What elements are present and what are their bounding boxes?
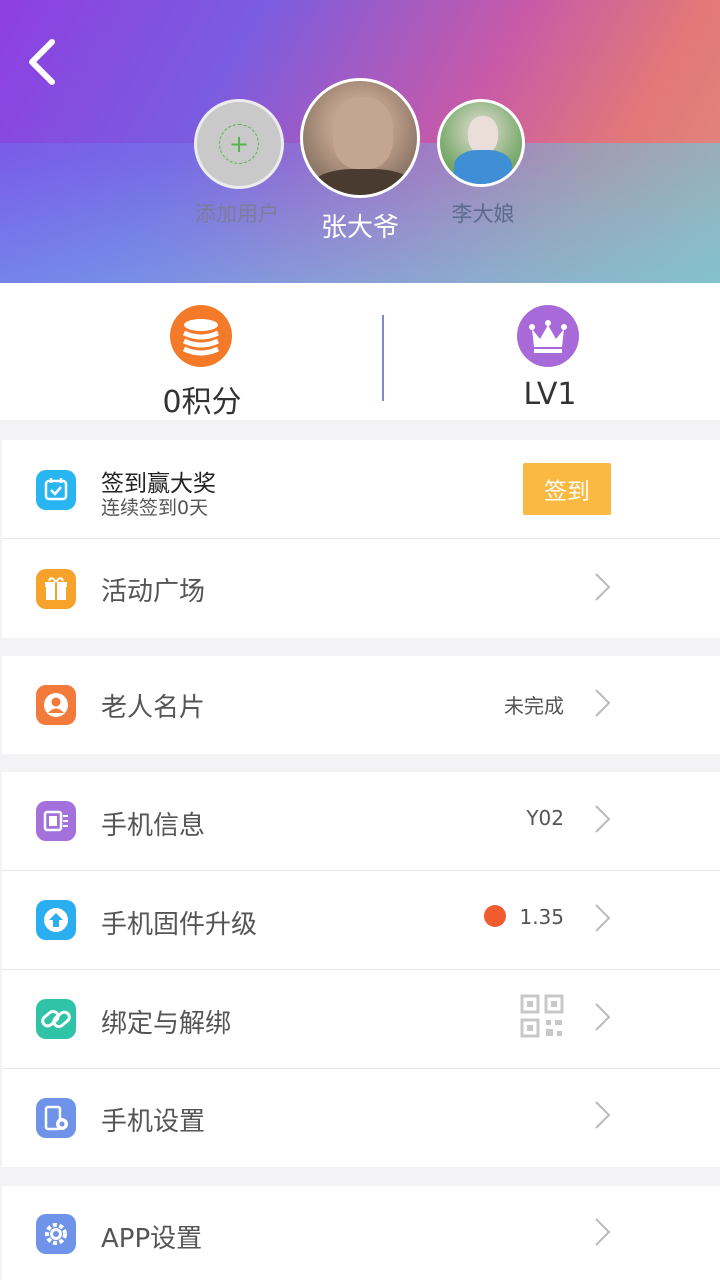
menu-item-phone-info[interactable]: 手机信息 Y02 (2, 772, 720, 871)
upload-icon (36, 900, 76, 940)
signin-button[interactable]: 签到 (523, 463, 611, 515)
phone-settings-icon (36, 1098, 76, 1138)
avatar-coat (454, 150, 512, 184)
menu-item-app-settings[interactable]: APP设置 (2, 1186, 720, 1280)
update-dot (484, 905, 506, 927)
menu-group-1: 签到赢大奖 连续签到0天 签到 活动广场 (2, 440, 720, 638)
stats-panel: 0积分 LV1 (0, 283, 720, 420)
crown-icon[interactable] (517, 305, 579, 367)
menu-item-phone-settings[interactable]: 手机设置 (2, 1069, 720, 1167)
stats-divider (382, 315, 384, 401)
add-user-avatar[interactable]: + (194, 99, 284, 189)
chevron-right-icon (595, 1218, 611, 1246)
signin-row: 签到赢大奖 连续签到0天 签到 (2, 440, 720, 539)
add-icon: + (228, 130, 250, 158)
chevron-right-icon (595, 689, 611, 717)
chevron-right-icon (595, 1101, 611, 1129)
chevron-right-icon (595, 573, 611, 601)
signin-streak: 连续签到0天 (101, 497, 209, 519)
current-user-avatar[interactable] (300, 78, 420, 198)
other-user-avatar[interactable] (437, 99, 525, 187)
avatar-face (468, 116, 498, 154)
menu-group-2: 老人名片 未完成 (2, 656, 720, 754)
bind-label: 绑定与解绑 (101, 1009, 232, 1039)
gear-icon (36, 1214, 76, 1254)
chevron-right-icon (595, 805, 611, 833)
menu-group-3: 手机信息 Y02 手机固件升级 1.35 绑定与解绑 手机设置 (2, 772, 720, 1167)
avatar-shirt (313, 169, 413, 195)
menu-item-firmware[interactable]: 手机固件升级 1.35 (2, 871, 720, 970)
coin-stack-icon[interactable] (170, 305, 232, 367)
profile-header: + 添加用户 张大爷 李大娘 (0, 0, 720, 283)
calendar-check-icon (36, 470, 76, 510)
qr-code-icon[interactable] (520, 994, 564, 1038)
activity-label: 活动广场 (101, 577, 206, 607)
chevron-right-icon (595, 1003, 611, 1031)
avatar-face (333, 97, 393, 169)
phone-info-label: 手机信息 (101, 811, 206, 841)
menu-item-elder-card[interactable]: 老人名片 未完成 (2, 656, 720, 754)
add-user-label[interactable]: 添加用户 (167, 198, 307, 228)
current-user-name: 张大爷 (320, 213, 399, 243)
chevron-right-icon (595, 904, 611, 932)
firmware-label: 手机固件升级 (101, 910, 258, 940)
elder-card-status: 未完成 (504, 694, 564, 718)
phone-model-value: Y02 (526, 806, 564, 830)
phone-settings-label: 手机设置 (101, 1107, 206, 1137)
menu-item-bind[interactable]: 绑定与解绑 (2, 970, 720, 1069)
firmware-version-value: 1.35 (519, 905, 564, 929)
gift-icon (36, 569, 76, 609)
menu-group-4: APP设置 (2, 1186, 720, 1280)
app-settings-label: APP设置 (101, 1224, 203, 1254)
other-user-name[interactable]: 李大娘 (413, 198, 553, 228)
phone-info-icon (36, 801, 76, 841)
level-label[interactable]: LV1 (450, 377, 650, 412)
person-card-icon (36, 685, 76, 725)
back-arrow-icon[interactable] (24, 36, 64, 88)
link-icon (36, 999, 76, 1039)
menu-item-activity[interactable]: 活动广场 (2, 539, 720, 638)
elder-card-label: 老人名片 (101, 693, 206, 723)
points-label[interactable]: 0积分 (102, 377, 302, 421)
